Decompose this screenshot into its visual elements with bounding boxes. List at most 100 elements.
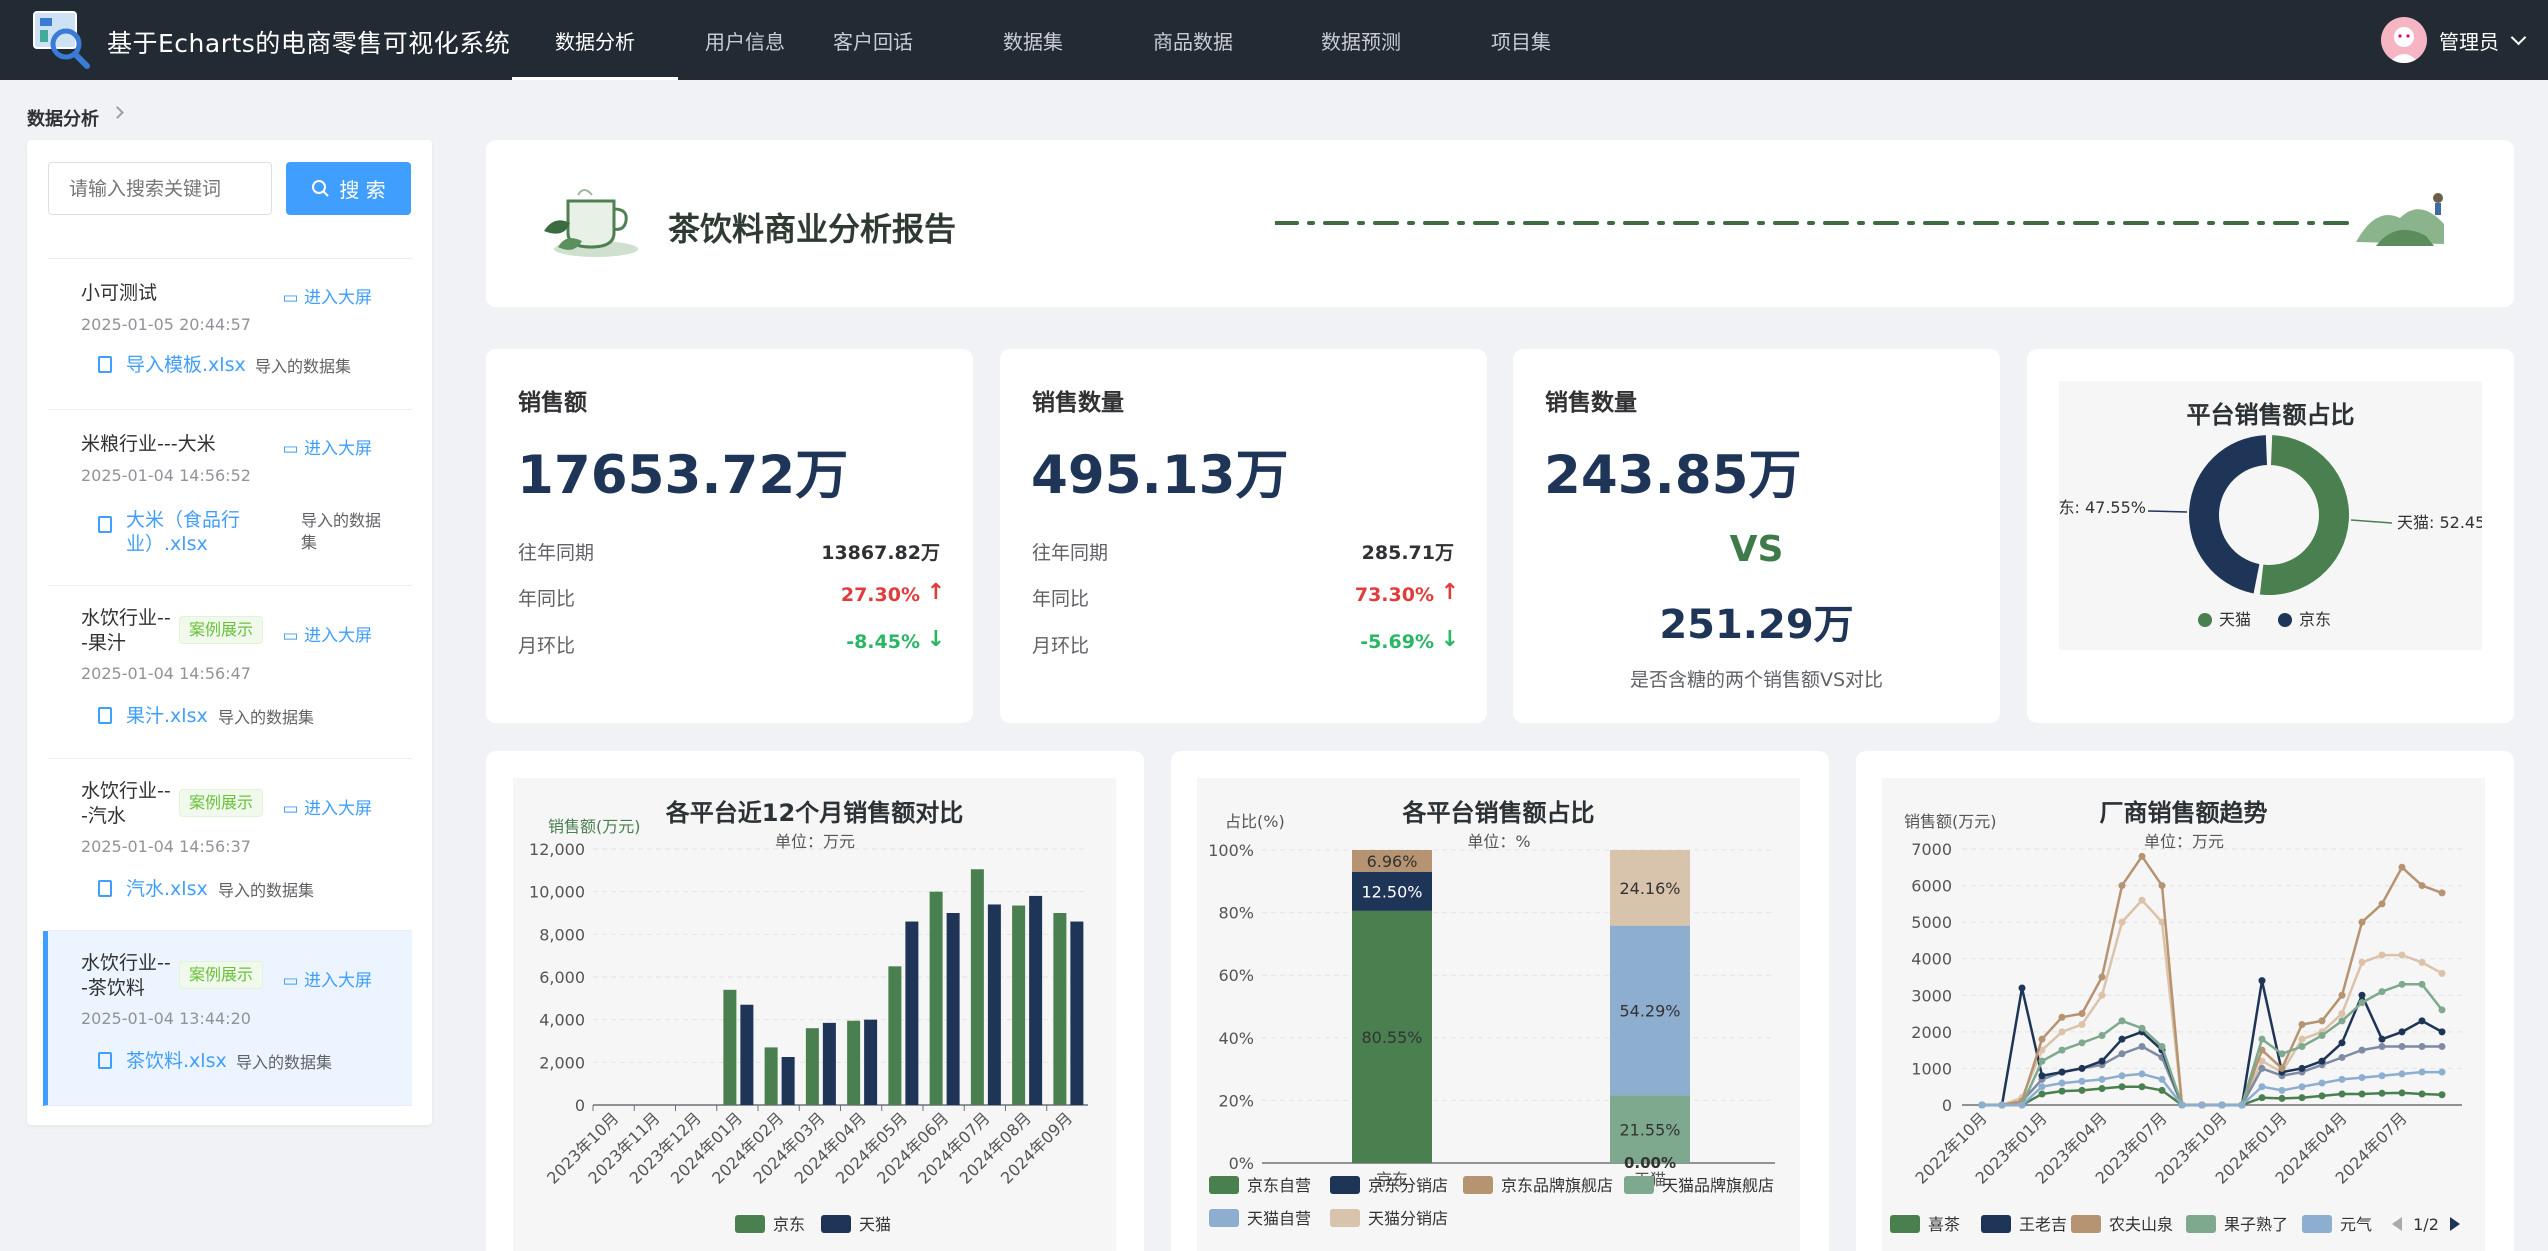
chevron-right-icon [111, 106, 124, 119]
y-tick-label: 6000 [1911, 877, 1952, 896]
nav-customer-session[interactable]: 客户回话 [818, 0, 928, 80]
legend-label: 天猫 [859, 1215, 891, 1234]
y-tick-label: 2,000 [539, 1053, 585, 1072]
enter-dashboard-link[interactable]: ▭ 进入大屏 [283, 621, 372, 646]
bar [764, 1047, 778, 1105]
line-point [2078, 1039, 2086, 1047]
data-label: 0.00% [1624, 1154, 1676, 1172]
line-point [2098, 1032, 2106, 1040]
showcase-tag: 案例展示 [179, 961, 264, 989]
line-point [2138, 1070, 2146, 1078]
y-tick-label: 40% [1218, 1029, 1254, 1048]
line-point [2298, 1021, 2306, 1029]
line-point [2078, 1077, 2086, 1085]
dataset-item[interactable]: 水饮行业---果汁 案例展示 ▭ 进入大屏 2025-01-04 14:56:4… [48, 586, 412, 759]
legend-marker [2278, 613, 2292, 627]
dataset-item[interactable]: 水饮行业---汽水 案例展示 ▭ 进入大屏 2025-01-04 14:56:3… [48, 759, 412, 931]
line-point [2238, 1101, 2246, 1109]
bar [987, 904, 1001, 1105]
vs-text: VS [1729, 529, 1784, 570]
search-button[interactable]: 搜 索 [286, 162, 411, 215]
line-point [2358, 999, 2366, 1007]
line-point [2378, 1089, 2386, 1097]
enter-dashboard-label: 进入大屏 [304, 971, 372, 991]
line-point [2298, 1083, 2306, 1091]
dataset-file-link[interactable]: 汽水.xlsx [126, 877, 208, 901]
nav-projects[interactable]: 项目集 [1466, 0, 1576, 80]
enter-dashboard-link[interactable]: ▭ 进入大屏 [283, 794, 372, 819]
legend-next-icon [2450, 1217, 2460, 1231]
user-menu[interactable]: 管理员 [2381, 17, 2527, 63]
sales-yoy-label: 年同比 [518, 588, 576, 610]
line-point [2418, 1017, 2426, 1025]
breadcrumb[interactable]: 数据分析 [27, 105, 99, 131]
enter-dashboard-link[interactable]: ▭ 进入大屏 [283, 966, 372, 991]
line-point [2078, 1064, 2086, 1072]
line-point [2418, 958, 2426, 966]
legend-marker [2198, 613, 2212, 627]
line-point [2158, 1086, 2166, 1094]
line-point [2038, 1035, 2046, 1043]
line-point [2118, 1035, 2126, 1043]
enter-dashboard-label: 进入大屏 [304, 799, 372, 819]
top-navbar: 基于Echarts的电商零售可视化系统 数据分析 用户信息 客户回话 数据集 商… [0, 0, 2548, 80]
line-point [2038, 1072, 2046, 1080]
line-point [2158, 882, 2166, 890]
legend-marker [1463, 1176, 1493, 1194]
nav-user-info[interactable]: 用户信息 [690, 0, 800, 80]
vendor-trend-chart: 销售额(万元) 单位：万元 0 1000 2000 3000 4000 5000 6000 700… [1890, 812, 2462, 1234]
sales-mom-label: 月环比 [518, 635, 576, 657]
search-icon [312, 179, 330, 197]
bar [946, 913, 960, 1105]
dataset-file-link[interactable]: 果汁.xlsx [126, 704, 208, 728]
line-point [2438, 1006, 2446, 1014]
sales-prev-value: 13867.82万 [821, 542, 940, 564]
vs-caption: 是否含糖的两个销售额VS对比 [1629, 669, 1884, 691]
dataset-item[interactable]: 小可测试 ▭ 进入大屏 2025-01-05 20:44:57 导入模板.xls… [48, 259, 412, 410]
enter-dashboard-link[interactable]: ▭ 进入大屏 [283, 434, 372, 459]
monthly-sales-chart: 销售额(万元) 单位：万元 0 2,000 4,000 6,000 8,000 10,000 1… [529, 817, 1088, 1234]
line-point [2358, 1046, 2366, 1054]
scrollbar[interactable] [2538, 80, 2548, 1251]
legend-marker [821, 1215, 851, 1233]
line-point [2338, 1039, 2346, 1047]
legend-marker [1330, 1176, 1360, 1194]
dataset-file-link[interactable]: 茶饮料.xlsx [126, 1049, 227, 1073]
line-point [2338, 1090, 2346, 1098]
y-axis-title: 销售额(万元) [1904, 812, 1997, 831]
dataset-item-selected[interactable]: 水饮行业---茶饮料 案例展示 ▭ 进入大屏 2025-01-04 13:44:… [43, 931, 412, 1106]
y-tick-label: 20% [1218, 1091, 1254, 1110]
nav-data-analysis[interactable]: 数据分析 [512, 0, 678, 80]
y-tick-label: 6,000 [539, 968, 585, 987]
line-point [2178, 1101, 2186, 1109]
tea-cup-illustration-icon [544, 189, 638, 257]
quantity-mom-label: 月环比 [1032, 635, 1090, 657]
enter-dashboard-label: 进入大屏 [304, 439, 372, 459]
line-point [2258, 1094, 2266, 1102]
nav-dataset[interactable]: 数据集 [978, 0, 1088, 80]
line-point [2138, 852, 2146, 860]
line-point [2338, 991, 2346, 999]
dataset-file-link[interactable]: 导入模板.xlsx [126, 353, 246, 377]
search-input[interactable] [48, 162, 272, 215]
line-point [2338, 1053, 2346, 1061]
line-point [2378, 1042, 2386, 1050]
line-point [2118, 1072, 2126, 1080]
nav-product-data[interactable]: 商品数据 [1138, 0, 1248, 80]
data-label: 6.96% [1367, 852, 1418, 871]
y-tick-label: 0 [1942, 1096, 1952, 1115]
nav-data-prediction[interactable]: 数据预测 [1306, 0, 1416, 80]
file-icon [98, 516, 112, 533]
enter-dashboard-link[interactable]: ▭ 进入大屏 [283, 283, 372, 308]
line-point [2358, 1074, 2366, 1082]
dataset-time: 2025-01-04 14:56:52 [81, 466, 251, 485]
y-tick-label: 5000 [1911, 913, 1952, 932]
dataset-item[interactable]: 米粮行业---大米 ▭ 进入大屏 2025-01-04 14:56:52 大米（… [48, 410, 412, 586]
dataset-file-link[interactable]: 大米（食品行业）.xlsx [126, 508, 286, 556]
line-point [1978, 1101, 1986, 1109]
line-point [2118, 1017, 2126, 1025]
legend-marker [735, 1215, 765, 1233]
chart-subtitle: 单位：万元 [775, 832, 855, 851]
bar [740, 1004, 754, 1105]
arrow-up-icon: ↑ [926, 580, 945, 605]
